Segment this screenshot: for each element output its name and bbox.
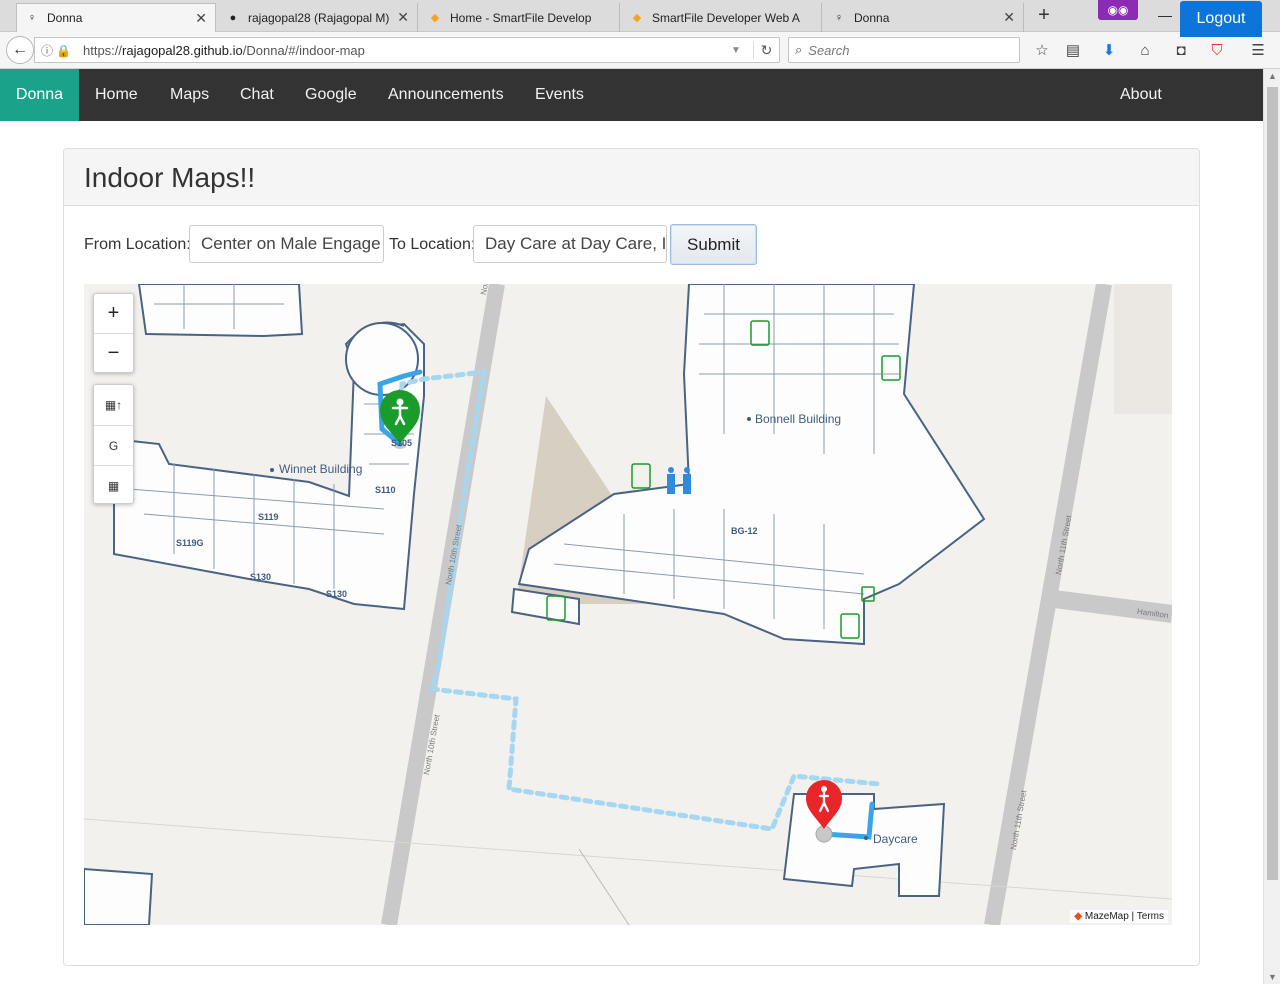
- nav-events[interactable]: Events: [535, 69, 584, 121]
- url-dropdown-icon[interactable]: ▼: [731, 45, 753, 56]
- search-icon: ⌕: [795, 42, 803, 57]
- tab-github[interactable]: ● rajagopal28 (Rajagopal M) ✕: [218, 3, 418, 32]
- donna-icon: ♀: [27, 12, 37, 24]
- map-poi-dot: [864, 836, 868, 840]
- tab-donna[interactable]: ♀ Donna ✕: [16, 3, 216, 32]
- close-icon[interactable]: ✕: [397, 9, 409, 26]
- nav-maps[interactable]: Maps: [170, 69, 209, 121]
- private-mask-icon: ◉◉: [1098, 0, 1138, 20]
- smartfile-icon: ◆: [632, 12, 642, 24]
- search-input[interactable]: ⌕ Search: [788, 37, 1020, 63]
- room-label: S130: [250, 572, 272, 582]
- pocket-icon[interactable]: ◘: [1170, 40, 1192, 62]
- url-path: /Donna/#/indoor-map: [242, 42, 365, 58]
- url-prefix: https://: [83, 42, 123, 58]
- tab-label: Donna: [47, 11, 83, 25]
- daycare-building-shape: [782, 793, 946, 897]
- tab-label: SmartFile Developer Web A: [652, 10, 800, 25]
- map-canvas: [84, 284, 1172, 925]
- from-location-input[interactable]: Center on Male Engage: [189, 225, 384, 263]
- floor-g-button[interactable]: G: [94, 425, 133, 465]
- scroll-down-icon[interactable]: ▼: [1264, 972, 1280, 982]
- tab-label: rajagopal28 (Rajagopal M): [248, 10, 390, 25]
- room-label: S110: [375, 485, 396, 495]
- bookmark-star-icon[interactable]: ☆: [1031, 40, 1053, 62]
- indoor-map[interactable]: Winnet Building Bonnell Building Daycare…: [84, 284, 1172, 925]
- reload-icon[interactable]: ↻: [753, 41, 779, 59]
- url-text: https://rajagopal28.github.io/Donna/#/in…: [83, 43, 731, 58]
- room-label: BG-12: [731, 526, 758, 536]
- mazemap-logo-icon: ◆: [1074, 911, 1083, 922]
- page-scrollbar[interactable]: ▲ ▼: [1263, 69, 1280, 984]
- search-placeholder: Search: [808, 42, 850, 58]
- smartfile-icon: ◆: [430, 12, 440, 24]
- new-tab-button[interactable]: +: [1033, 4, 1055, 28]
- tab-smartfile-home[interactable]: ◆ Home - SmartFile Develop: [420, 3, 620, 32]
- bonnell-building-label: Bonnell Building: [755, 412, 842, 426]
- mazemap-link[interactable]: MazeMap: [1085, 911, 1129, 922]
- browser-toolbar: ← ⓘ 🔒 https://rajagopal28.github.io/Donn…: [0, 32, 1280, 69]
- url-bar[interactable]: ⓘ 🔒 https://rajagopal28.github.io/Donna/…: [34, 37, 780, 63]
- brand-link[interactable]: Donna: [0, 69, 79, 121]
- site-navbar: Donna Home Maps Chat Google Announcement…: [0, 69, 1263, 121]
- winnet-building-label: Winnet Building: [279, 462, 363, 476]
- logout-button[interactable]: Logout: [1180, 1, 1262, 37]
- close-icon[interactable]: ✕: [1003, 9, 1015, 26]
- zoom-control: + −: [93, 293, 134, 373]
- nav-home[interactable]: Home: [95, 69, 138, 121]
- floor-plan-icon[interactable]: ▦: [94, 465, 133, 505]
- scrollbar-thumb[interactable]: [1267, 87, 1278, 880]
- close-icon[interactable]: ✕: [195, 10, 207, 27]
- map-attribution: ◆ MazeMap | Terms: [1070, 910, 1168, 923]
- to-location-input[interactable]: Day Care at Day Care, I: [473, 225, 667, 263]
- tab-label: Home - SmartFile Develop: [450, 10, 592, 25]
- to-location-label: To Location:: [389, 236, 476, 253]
- menu-icon[interactable]: ☰: [1247, 40, 1269, 62]
- tab-label: Donna: [854, 10, 890, 25]
- back-button[interactable]: ←: [6, 36, 34, 64]
- home-icon[interactable]: ⌂: [1134, 40, 1156, 62]
- nav-google[interactable]: Google: [305, 69, 357, 121]
- nav-chat[interactable]: Chat: [240, 69, 274, 121]
- download-icon[interactable]: ⬇: [1098, 40, 1120, 62]
- from-location-label: From Location:: [84, 236, 191, 253]
- map-block: [1114, 284, 1172, 414]
- panel-header: Indoor Maps!!: [64, 149, 1199, 206]
- site-info-icon[interactable]: ⓘ 🔒: [35, 42, 83, 59]
- tab-donna-2[interactable]: ♀ Donna ✕: [824, 3, 1024, 32]
- scroll-up-icon[interactable]: ▲: [1264, 71, 1280, 81]
- terms-link[interactable]: Terms: [1137, 911, 1164, 922]
- donna-icon: ♀: [834, 11, 844, 24]
- tab-smartfile-web[interactable]: ◆ SmartFile Developer Web A: [622, 3, 822, 32]
- room-label: S119G: [176, 538, 204, 548]
- room-label: S105: [391, 438, 413, 448]
- browser-tab-bar: ♀ Donna ✕ ● rajagopal28 (Rajagopal M) ✕ …: [0, 0, 1280, 32]
- page-title: Indoor Maps!!: [84, 162, 256, 193]
- nav-announcements[interactable]: Announcements: [388, 69, 504, 121]
- room-label: S130: [326, 589, 348, 599]
- floor-up-icon[interactable]: ▦↑: [94, 385, 133, 425]
- map-poi-dot: [270, 468, 274, 472]
- winnet-building-shape: [113, 284, 425, 611]
- map-path: [578, 848, 630, 925]
- room-label: S119: [258, 512, 279, 522]
- submit-button[interactable]: Submit: [670, 224, 757, 265]
- map-building: [84, 867, 154, 925]
- url-host: rajagopal28.github.io: [122, 42, 243, 58]
- zoom-out-button[interactable]: −: [94, 333, 133, 372]
- github-icon: ●: [229, 11, 237, 24]
- nav-about[interactable]: About: [1120, 69, 1162, 121]
- library-icon[interactable]: ▤: [1062, 40, 1084, 62]
- zoom-in-button[interactable]: +: [94, 294, 133, 333]
- map-poi-dot: [747, 417, 751, 421]
- shield-icon[interactable]: ⛉: [1206, 40, 1228, 62]
- daycare-label: Daycare: [873, 832, 918, 846]
- layer-control: ▦↑ G ▦: [93, 384, 134, 504]
